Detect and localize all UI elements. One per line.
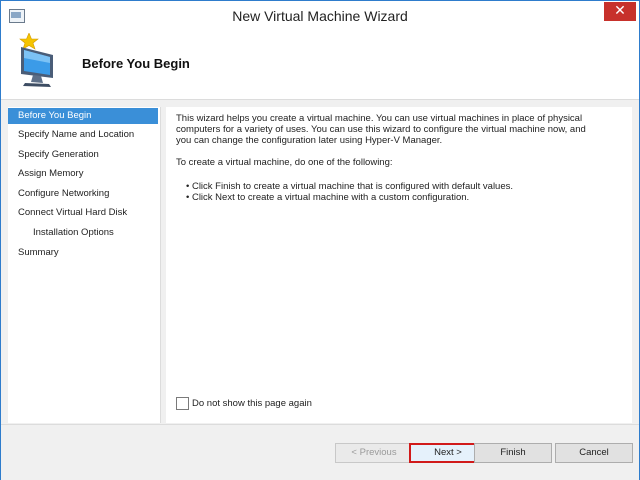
- page-title: Before You Begin: [82, 56, 190, 71]
- finish-button[interactable]: Finish: [474, 443, 552, 463]
- monitor-star-icon: [19, 33, 53, 87]
- close-button[interactable]: ✕: [604, 2, 636, 21]
- intro-line-3: you can change the configuration later u…: [176, 135, 443, 146]
- nav-step-specify-generation[interactable]: Specify Generation: [8, 147, 158, 163]
- dont-show-again-label[interactable]: Do not show this page again: [192, 397, 312, 410]
- nav-step-connect-virtual-hard-disk[interactable]: Connect Virtual Hard Disk: [8, 205, 158, 221]
- instruction-text: To create a virtual machine, do one of t…: [176, 157, 393, 168]
- window-title: New Virtual Machine Wizard: [232, 8, 408, 24]
- wizard-header: Before You Begin: [1, 32, 639, 100]
- wizard-content: This wizard helps you create a virtual m…: [166, 107, 632, 423]
- wizard-footer: < Previous Next > Finish Cancel: [1, 424, 639, 480]
- bullet-finish: • Click Finish to create a virtual machi…: [186, 181, 514, 192]
- nav-step-configure-networking[interactable]: Configure Networking: [8, 186, 158, 202]
- nav-step-specify-name-location[interactable]: Specify Name and Location: [8, 127, 158, 143]
- wizard-step-list: Before You Begin Specify Name and Locati…: [8, 107, 161, 423]
- bullet-next: • Click Next to create a virtual machine…: [186, 192, 470, 203]
- wizard-window: New Virtual Machine Wizard ✕ Before You …: [0, 0, 640, 480]
- cancel-button[interactable]: Cancel: [555, 443, 633, 463]
- nav-step-installation-options[interactable]: Installation Options: [8, 225, 158, 241]
- nav-step-summary[interactable]: Summary: [8, 245, 158, 261]
- intro-line-2: computers for a variety of uses. You can…: [176, 124, 586, 135]
- nav-step-assign-memory[interactable]: Assign Memory: [8, 166, 158, 182]
- title-bar[interactable]: New Virtual Machine Wizard ✕: [1, 1, 639, 32]
- previous-button[interactable]: < Previous: [335, 443, 413, 463]
- intro-line-1: This wizard helps you create a virtual m…: [176, 113, 583, 124]
- dont-show-again-checkbox[interactable]: [176, 397, 189, 410]
- nav-step-before-you-begin[interactable]: Before You Begin: [8, 108, 158, 124]
